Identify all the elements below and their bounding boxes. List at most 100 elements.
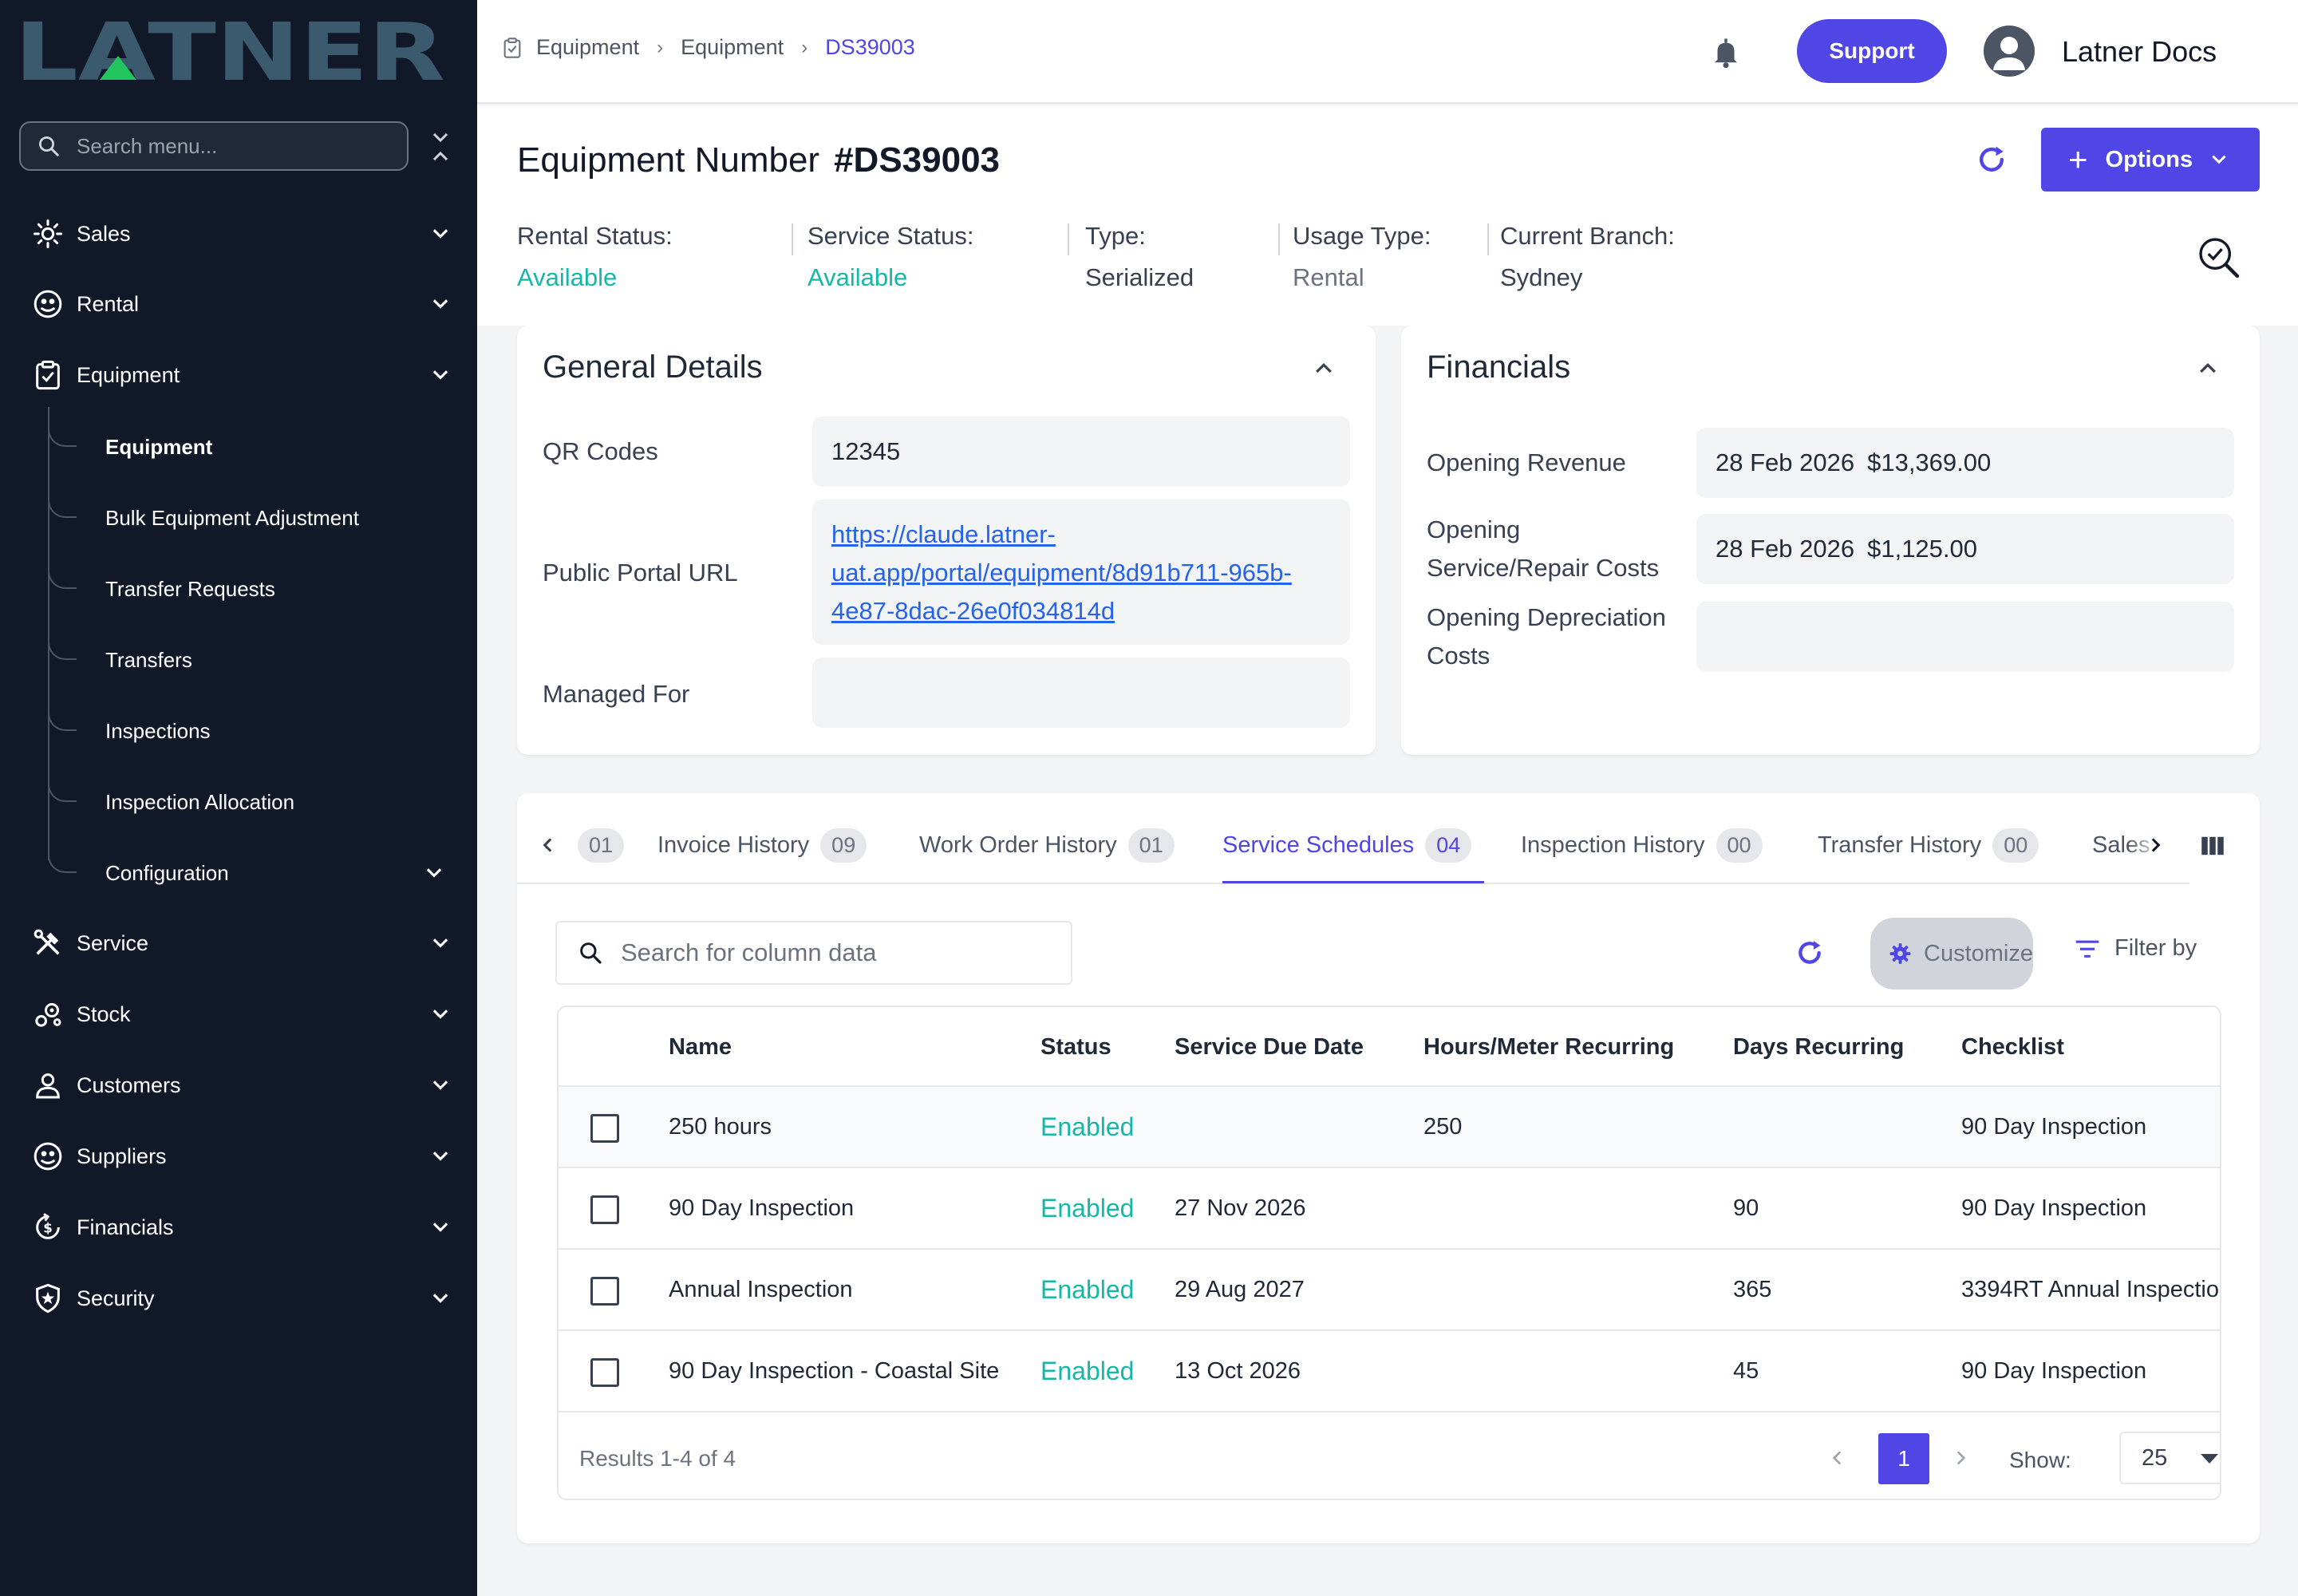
- chevron-up-icon[interactable]: [2196, 356, 2220, 380]
- avatar[interactable]: [1984, 26, 2035, 77]
- page-title-prefix: Equipment Number: [517, 140, 820, 180]
- opening-service-costs-amount: $1,125.00: [1867, 535, 1978, 563]
- chevron-down-icon: [432, 1152, 448, 1161]
- page-button-current[interactable]: 1: [1878, 1433, 1929, 1484]
- sidebar-item-security[interactable]: Security: [0, 1266, 477, 1330]
- table-row[interactable]: Annual Inspection Enabled 29 Aug 2027 36…: [559, 1248, 2220, 1329]
- cell-status: Enabled: [1040, 1112, 1135, 1141]
- customize-button[interactable]: Customize: [1870, 918, 2033, 990]
- sidebar-item-rental[interactable]: Rental: [0, 272, 477, 336]
- sidebar-subitem-transfer-requests[interactable]: Transfer Requests: [48, 557, 463, 621]
- collapse-sidebar-icon[interactable]: [428, 129, 453, 164]
- filter-by-label: Filter by: [2114, 935, 2197, 961]
- tab-count-badge: 00: [1992, 828, 2039, 863]
- column-search-input[interactable]: Search for column data: [555, 921, 1072, 985]
- page-size-select[interactable]: 25: [2119, 1432, 2220, 1484]
- sidebar-subitem-transfers[interactable]: Transfers: [48, 628, 463, 692]
- support-button[interactable]: Support: [1797, 19, 1947, 83]
- sidebar-item-equipment[interactable]: Equipment: [0, 343, 477, 407]
- column-search-placeholder: Search for column data: [621, 938, 877, 966]
- sidebar-subitem-inspections[interactable]: Inspections: [48, 699, 463, 763]
- tab-work-order-history[interactable]: Work Order History 01: [919, 824, 1175, 867]
- menu-search-input[interactable]: Search menu...: [19, 121, 409, 171]
- cell-due-date: 29 Aug 2027: [1175, 1277, 1305, 1302]
- sidebar-item-stock[interactable]: Stock: [0, 982, 477, 1046]
- tab-invoice-history[interactable]: Invoice History 09: [657, 824, 867, 867]
- gear-icon: [1889, 943, 1911, 964]
- search-check-icon[interactable]: [2196, 235, 2242, 281]
- public-portal-url-link[interactable]: https://claude.latner- uat.app/portal/eq…: [831, 516, 1292, 630]
- refresh-icon[interactable]: [1974, 142, 2009, 177]
- general-details-title: General Details: [543, 350, 763, 385]
- column-header-service-due-date[interactable]: Service Due Date: [1175, 1034, 1364, 1061]
- sidebar-item-financials[interactable]: $ Financials: [0, 1195, 477, 1259]
- general-details-card: General Details QR Codes 12345 Public Po…: [517, 326, 1376, 755]
- options-label: Options: [2105, 146, 2193, 172]
- top-bar: Equipment › Equipment › DS39003 Support …: [477, 0, 2298, 104]
- filter-by-button[interactable]: Filter by: [2075, 935, 2197, 962]
- user-name[interactable]: Latner Docs: [2062, 35, 2217, 69]
- managed-for-value: [812, 658, 1350, 728]
- tab-previous[interactable]: 01: [578, 824, 625, 867]
- sidebar-subitem-configuration[interactable]: Configuration: [48, 841, 463, 905]
- sidebar-subitem-equipment[interactable]: Equipment: [48, 415, 463, 479]
- tab-label: Invoice History: [657, 832, 810, 858]
- table-row[interactable]: 90 Day Inspection Enabled 27 Nov 2026 90…: [559, 1167, 2220, 1248]
- tab-service-schedules[interactable]: Service Schedules 04: [1222, 824, 1472, 867]
- row-checkbox[interactable]: [590, 1195, 619, 1224]
- status-value: Available: [807, 263, 908, 291]
- cell-checklist: 90 Day Inspection: [1961, 1195, 2147, 1221]
- tab-count-badge: 04: [1425, 828, 1472, 863]
- menu-search-placeholder: Search menu...: [77, 133, 218, 158]
- service-schedules-table: Name Status Service Due Date Hours/Meter…: [557, 1005, 2221, 1500]
- status-value: Available: [517, 263, 618, 291]
- sidebar-subitem-bulk-adjustment[interactable]: Bulk Equipment Adjustment: [48, 486, 463, 550]
- sidebar-item-customers[interactable]: Customers: [0, 1053, 477, 1117]
- chevron-right-icon[interactable]: [2145, 835, 2166, 855]
- cell-days: 365: [1733, 1277, 1772, 1302]
- sidebar-subitem-inspection-allocation[interactable]: Inspection Allocation: [48, 770, 463, 834]
- chevron-left-icon[interactable]: [1827, 1446, 1848, 1470]
- cell-days: 90: [1733, 1195, 1759, 1221]
- refresh-icon[interactable]: [1794, 937, 1826, 969]
- column-header-days-recurring[interactable]: Days Recurring: [1733, 1034, 1904, 1061]
- cell-status: Enabled: [1040, 1357, 1135, 1385]
- tab-transfer-history[interactable]: Transfer History 00: [1818, 824, 2039, 867]
- column-header-status[interactable]: Status: [1040, 1034, 1111, 1061]
- column-header-hours-meter-recurring[interactable]: Hours/Meter Recurring: [1423, 1034, 1674, 1061]
- row-checkbox[interactable]: [590, 1358, 619, 1387]
- chevron-up-icon[interactable]: [1312, 356, 1336, 380]
- sidebar-item-service[interactable]: Service: [0, 911, 477, 975]
- options-button[interactable]: + Options: [2041, 128, 2260, 192]
- table-row[interactable]: 90 Day Inspection - Coastal Site Enabled…: [559, 1329, 2220, 1411]
- chevron-left-icon[interactable]: [538, 835, 559, 855]
- filter-icon: [2075, 940, 2099, 958]
- notification-bell-icon[interactable]: [1709, 35, 1743, 70]
- row-checkbox[interactable]: [590, 1277, 619, 1306]
- sales-icon: [30, 216, 65, 251]
- breadcrumb-item[interactable]: Equipment: [681, 35, 784, 60]
- sidebar-item-suppliers[interactable]: Suppliers: [0, 1124, 477, 1188]
- opening-revenue-value: 28 Feb 2026 $13,369.00: [1696, 428, 2234, 498]
- row-checkbox[interactable]: [590, 1114, 619, 1143]
- column-header-name[interactable]: Name: [669, 1034, 732, 1061]
- tab-count-badge: 09: [820, 828, 867, 863]
- sidebar-item-sales[interactable]: Sales: [0, 202, 477, 266]
- latner-logo[interactable]: LATNER: [14, 18, 445, 85]
- tab-label: Transfer History: [1818, 832, 1982, 858]
- table-row[interactable]: 250 hours Enabled 250 90 Day Inspection: [559, 1085, 2220, 1167]
- breadcrumb-item[interactable]: Equipment: [536, 35, 639, 60]
- chevron-right-icon[interactable]: [1950, 1446, 1971, 1470]
- status-label: Type:: [1085, 222, 1146, 250]
- tab-inspection-history[interactable]: Inspection History 00: [1521, 824, 1763, 867]
- financials-title: Financials: [1427, 350, 1571, 385]
- table-header-row: Name Status Service Due Date Hours/Meter…: [559, 1007, 2220, 1087]
- search-icon: [580, 942, 602, 964]
- cell-checklist: 90 Day Inspection: [1961, 1358, 2147, 1384]
- column-header-checklist[interactable]: Checklist: [1961, 1034, 2064, 1061]
- sidebar-item-label: Service: [77, 930, 149, 955]
- usage-type: Usage Type: Rental: [1293, 222, 1431, 292]
- columns-icon[interactable]: [2201, 835, 2225, 857]
- cell-due-date: 27 Nov 2026: [1175, 1195, 1306, 1221]
- plus-icon: +: [2068, 140, 2088, 178]
